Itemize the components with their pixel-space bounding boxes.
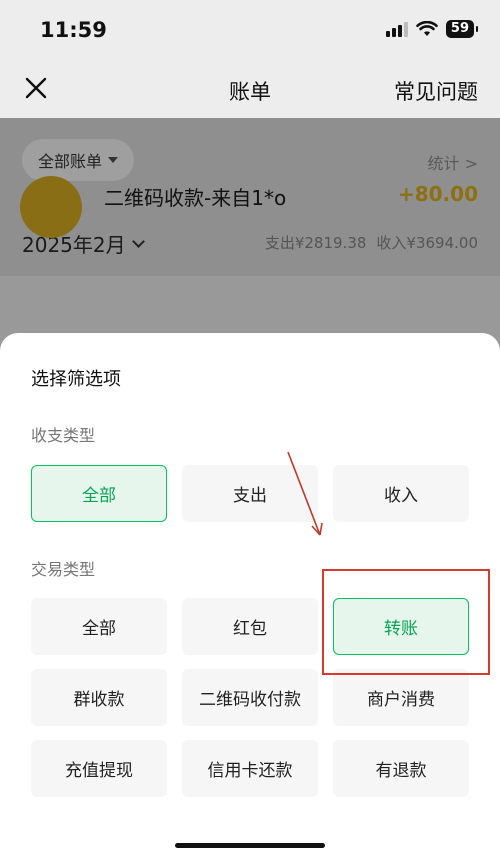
chip-income[interactable]: 收入 [333,465,469,522]
month-summary: 支出¥2819.38 收入¥3694.00 [265,232,478,253]
chip-all-income-expense[interactable]: 全部 [31,465,167,522]
chevron-down-icon [131,234,145,248]
home-indicator [175,843,325,848]
bill-filter-dropdown[interactable]: 全部账单 [22,139,135,181]
income-expense-type-label: 收支类型 [31,426,96,445]
transaction-name: 二维码收款-来自1*o [104,186,287,210]
transaction-amount: +80.00 [397,182,478,206]
caret-down-icon [108,157,119,163]
chip-merchant[interactable]: 商户消费 [333,669,469,726]
chip-topup-withdraw[interactable]: 充值提现 [31,740,167,797]
chip-group-collection[interactable]: 群收款 [31,669,167,726]
filter-sheet: 选择筛选项 收支类型 全部 支出 收入 交易类型 全部 红包 转账 群收款 二维… [0,333,500,854]
battery-icon: 59 [445,20,479,38]
chip-all-transactions[interactable]: 全部 [31,598,167,655]
expense-total: 支出¥2819.38 [264,234,367,252]
sheet-title: 选择筛选项 [31,369,121,390]
transaction-type-label: 交易类型 [31,560,96,579]
status-icons: 59 [385,20,479,38]
faq-link[interactable]: 常见问题 [394,76,478,106]
nav-bar: 账单 常见问题 [0,62,500,118]
chip-credit-card-repay[interactable]: 信用卡还款 [182,740,318,797]
signal-icon [385,21,408,37]
wifi-icon [416,21,438,36]
status-bar: 11:59 59 [0,0,500,62]
bill-filter-label: 全部账单 [38,152,103,171]
chip-qr-payment[interactable]: 二维码收付款 [182,669,318,726]
chip-transfer[interactable]: 转账 [333,598,469,655]
status-time: 11:59 [40,18,107,42]
chip-red-packet[interactable]: 红包 [182,598,318,655]
money-bag-icon [20,176,82,238]
income-total: 收入¥3694.00 [376,234,478,252]
stats-link[interactable]: 统计 > [428,150,479,174]
chip-expense[interactable]: 支出 [182,465,318,522]
chip-refund[interactable]: 有退款 [333,740,469,797]
